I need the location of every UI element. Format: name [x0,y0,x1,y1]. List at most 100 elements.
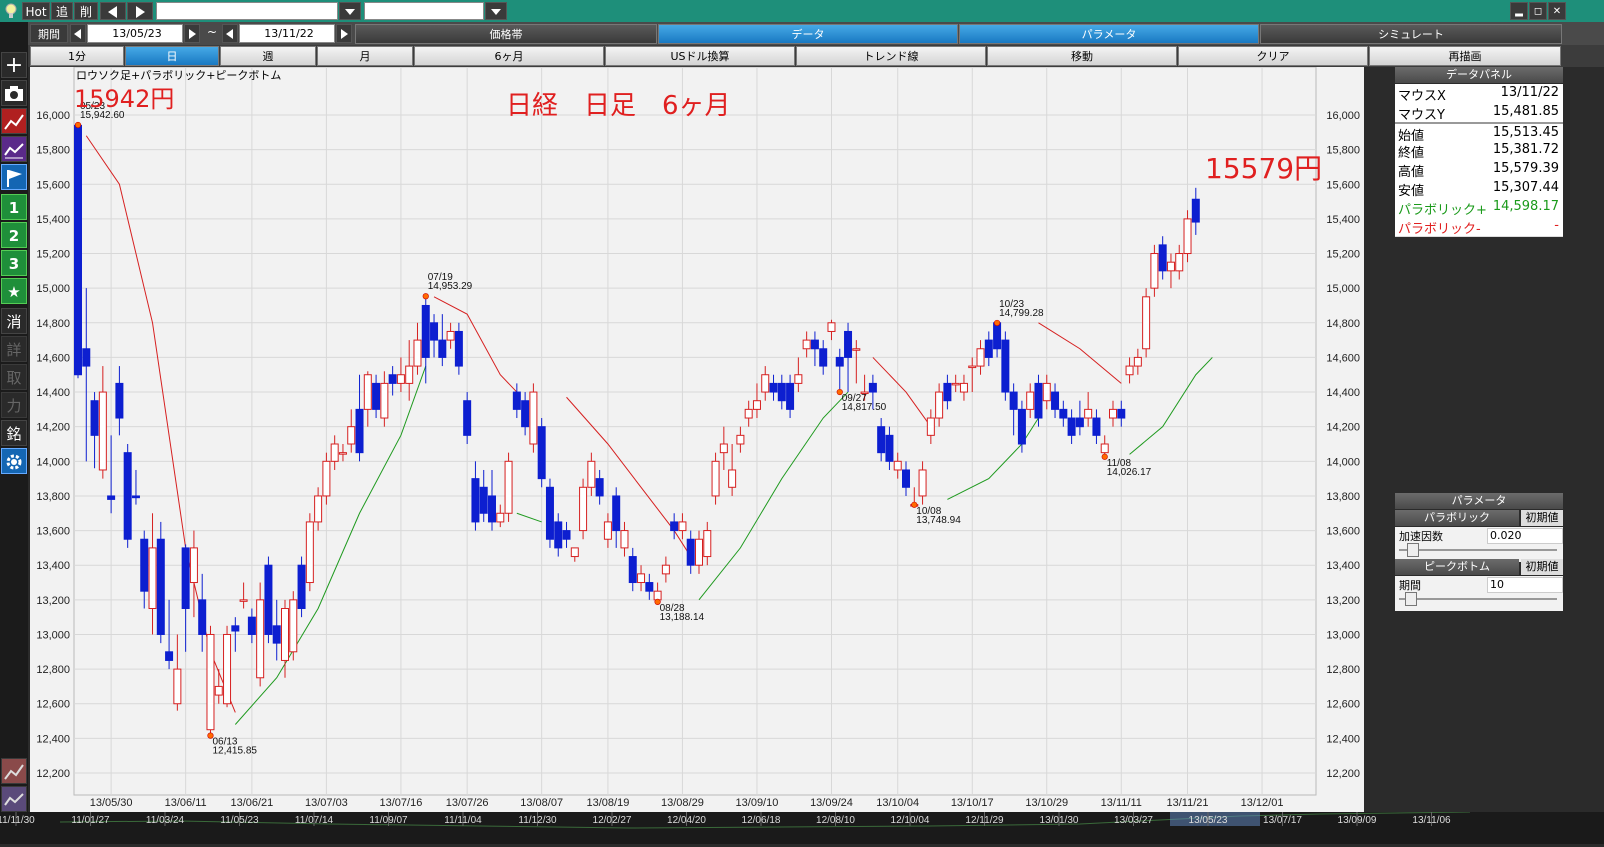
tab-trendline[interactable]: トレンド線 [796,46,986,66]
chart-area[interactable]: 05/23 15,942.60 06/13 12,415.85 07/19 14,953.… [30,66,1364,832]
tab-weekly[interactable]: 週 [220,46,316,66]
tab-clear[interactable]: クリア [1178,46,1368,66]
candle-body-down [372,382,381,410]
date-to-next[interactable] [336,24,352,43]
power-button[interactable]: 力 [1,392,27,418]
y-tick-label-right: 12,600 [1326,699,1360,711]
peak-slider-track[interactable] [1399,598,1557,600]
zoom-in-button[interactable]: + [1,52,27,78]
candle-body-up [951,382,960,386]
accel-slider-track[interactable] [1399,549,1557,551]
candle-body-down [885,434,894,462]
universe-dropdown-button[interactable] [485,2,507,20]
preset-1-button[interactable]: 1 [1,194,27,220]
accel-slider-thumb[interactable] [1407,543,1419,557]
symbol-select[interactable]: 101/T 日経平均 [156,2,338,20]
candle-body-up [347,426,356,445]
take-button[interactable]: 取 [1,364,27,390]
tab-1min[interactable]: 1分 [30,46,124,66]
candle-body-down [984,339,993,358]
date-from-next[interactable] [184,24,200,43]
preset-3-button[interactable]: 3 [1,250,27,276]
flag-button[interactable] [1,164,27,190]
x-tick-label: 13/08/07 [520,797,563,809]
candle-body-up [1084,408,1093,419]
data-panel-header: データパネル [1395,67,1563,83]
date-from-prev[interactable] [70,24,86,43]
stock-button[interactable]: 銘 [1,420,27,446]
candle-body-down [165,651,174,661]
candle-body-up [446,330,455,341]
data-row-value: 15,481.85 [1492,104,1559,119]
candle-body-up [1026,391,1035,410]
candle-body-down [512,391,521,410]
candle-body-down [82,348,91,367]
tab-price-band[interactable]: 価格帯 [355,24,657,44]
candle-body-down [1051,391,1060,410]
candle-body-down [1067,417,1076,436]
maximize-button[interactable]: ◻ [1529,2,1547,20]
peakbottom-reset-button[interactable]: 初期値 [1521,559,1563,575]
add-button[interactable]: 追 [51,2,73,20]
y-tick-label-right: 12,800 [1326,664,1360,676]
candle-body-down [686,538,695,566]
universe-select[interactable]: 全ての銘柄 [364,2,484,20]
tab-redraw[interactable]: 再描画 [1369,46,1561,66]
candle-body-up [653,590,662,601]
tab-parameter[interactable]: パラメータ [959,24,1259,44]
timeline-navigator[interactable]: 11/11/30 11/01/27 11/03/24 11/05/23 11/07/14… [0,811,1604,844]
preset-2-button[interactable]: 2 [1,222,27,248]
favorite-button[interactable]: ★ [1,278,27,304]
hot-button[interactable]: Hot [22,2,50,20]
top-toolbar: Hot 追 削 101/T 日経平均 全ての銘柄 ▂ ◻ ✕ [0,0,1604,22]
peakbottom-param-box: 期間 10 [1395,576,1563,611]
candle-body-up [314,495,323,523]
candle-body-up [214,685,223,696]
date-from-field[interactable]: 13/05/23 [87,24,183,43]
candle-body-up [893,460,902,471]
candle-body-down [777,382,786,402]
tab-6months[interactable]: 6ヶ月 [414,46,604,66]
detail-button[interactable]: 詳 [1,336,27,362]
candle-body-down [554,521,563,549]
bulb-icon[interactable] [2,2,22,20]
accel-value-field[interactable]: 0.020 [1487,528,1563,544]
tab-usd-convert[interactable]: USドル換算 [605,46,795,66]
x-tick-label: 13/07/26 [446,797,489,809]
peak-period-field[interactable]: 10 [1487,577,1563,593]
camera-button[interactable] [1,80,27,106]
peak-slider-thumb[interactable] [1405,592,1417,606]
y-tick-label-left: 14,200 [36,422,70,434]
candlestick-chart[interactable]: 05/2315,942.6006/1312,415.8507/1914,953.… [30,66,1364,832]
date-to-field[interactable]: 13/11/22 [239,24,335,43]
tab-monthly[interactable]: 月 [317,46,413,66]
delete-button[interactable]: 削 [74,2,98,20]
parabolic-reset-button[interactable]: 初期値 [1521,510,1563,526]
close-button[interactable]: ✕ [1548,2,1566,20]
indicator-chart-icon [4,143,24,159]
candle-body-up [1100,443,1109,454]
tab-simulate[interactable]: シミュレート [1260,24,1562,44]
candle-body-up [968,365,977,369]
symbol-dropdown-button[interactable] [339,2,361,20]
next-symbol-button[interactable] [127,2,153,20]
tab-move[interactable]: 移動 [987,46,1177,66]
chart-toggle-2[interactable] [1,786,27,812]
candle-body-down [810,339,819,350]
y-tick-label-left: 12,400 [36,733,70,745]
y-tick-label-left: 16,000 [36,110,70,122]
tab-daily[interactable]: 日 [125,46,219,66]
chart-toggle-1[interactable] [1,758,27,784]
timeline-date-label: 12/10/04 [891,815,930,826]
tab-data[interactable]: データ [658,24,958,44]
erase-button[interactable]: 消 [1,308,27,334]
settings-button[interactable] [1,448,27,474]
chevron-down-icon [345,9,355,15]
peak-price-label: 13,188.14 [660,612,705,623]
candle-body-down [107,495,116,500]
prev-symbol-button[interactable] [100,2,126,20]
date-to-prev[interactable] [222,24,238,43]
candle-chart-button[interactable] [1,108,27,134]
minimize-button[interactable]: ▂ [1510,2,1528,20]
indicator-chart-button[interactable] [1,136,27,162]
